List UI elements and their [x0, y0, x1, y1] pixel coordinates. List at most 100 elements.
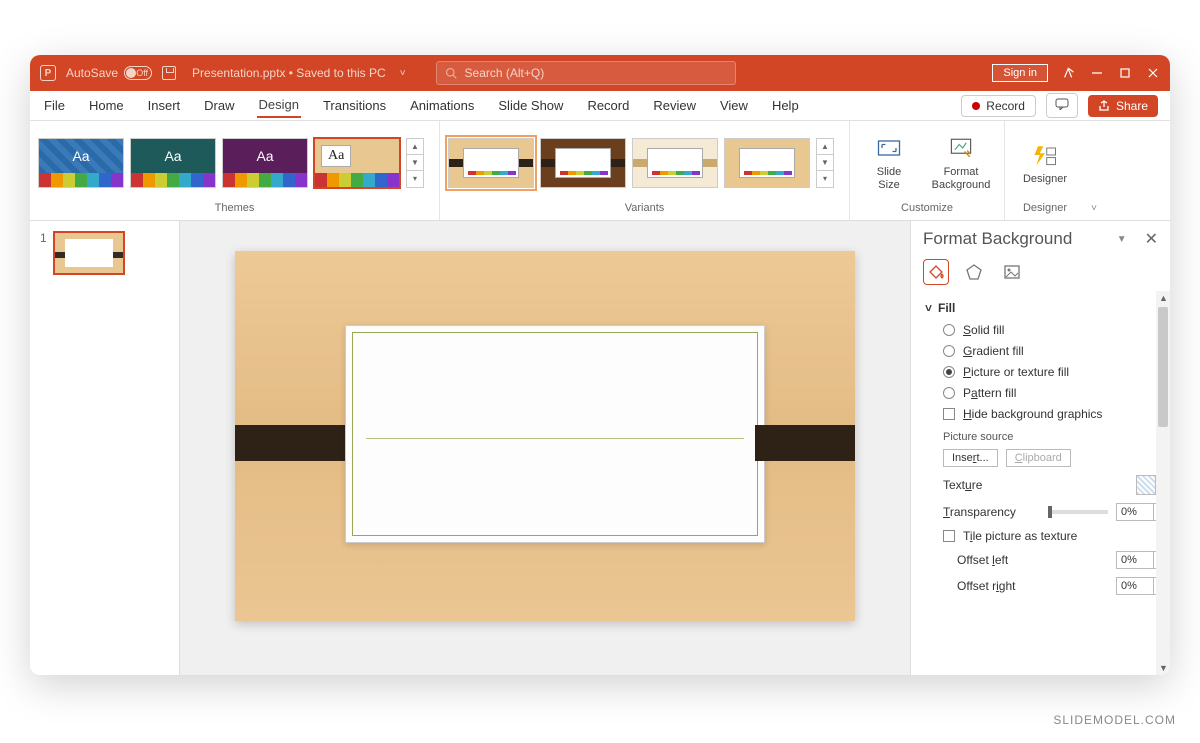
pane-scrollbar[interactable]: ▲ ▼: [1156, 291, 1170, 675]
menu-record[interactable]: Record: [585, 94, 631, 117]
scroll-down-icon[interactable]: ▼: [1159, 663, 1168, 673]
format-background-button[interactable]: Format Background: [926, 130, 996, 194]
close-button[interactable]: [1146, 66, 1160, 80]
picture-icon: [1003, 263, 1021, 281]
pentagon-icon: [965, 263, 983, 281]
theme-thumb-3[interactable]: Aa: [222, 138, 308, 188]
menu-file[interactable]: File: [42, 94, 67, 117]
maximize-button[interactable]: [1118, 66, 1132, 80]
designer-button[interactable]: Designer: [1013, 137, 1077, 189]
slide-canvas[interactable]: [180, 221, 910, 675]
slide-preview[interactable]: [235, 251, 855, 621]
sign-in-button[interactable]: Sign in: [992, 64, 1048, 82]
gallery-expand-icon[interactable]: ▾: [407, 171, 423, 186]
record-dot-icon: [972, 102, 980, 110]
variant-thumb-4[interactable]: [724, 138, 810, 188]
search-icon: [445, 67, 457, 79]
chevron-down-icon[interactable]: ˅: [400, 68, 406, 79]
menu-review[interactable]: Review: [651, 94, 698, 117]
powerpoint-icon: P: [40, 65, 56, 81]
fill-tab[interactable]: [923, 259, 949, 285]
menu-transitions[interactable]: Transitions: [321, 94, 388, 117]
variants-gallery-scroll[interactable]: ▲▼▾: [816, 138, 834, 188]
format-background-pane: Format Background ▼ ✕ ˅Fill Solid fill G…: [910, 221, 1170, 675]
scroll-up-icon[interactable]: ▲: [407, 139, 423, 155]
variants-group-label: Variants: [448, 200, 841, 216]
variant-thumb-1-selected[interactable]: [448, 138, 534, 188]
theme-thumb-4-selected[interactable]: Aa: [314, 138, 400, 188]
themes-group-label: Themes: [38, 200, 431, 216]
clipboard-button: Clipboard: [1006, 449, 1071, 467]
toggle-switch-icon[interactable]: Off: [124, 66, 152, 80]
scroll-up-icon[interactable]: ▲: [1159, 293, 1168, 303]
menu-help[interactable]: Help: [770, 94, 801, 117]
search-placeholder: Search (Alt+Q): [465, 66, 545, 80]
menu-view[interactable]: View: [718, 94, 750, 117]
scroll-down-icon[interactable]: ▼: [817, 155, 833, 171]
slide-title-placeholder[interactable]: [345, 325, 765, 543]
paint-bucket-icon: [927, 263, 945, 281]
titlebar: P AutoSave Off Presentation.pptx • Saved…: [30, 55, 1170, 91]
menubar: File Home Insert Draw Design Transitions…: [30, 91, 1170, 121]
slide-size-icon: [875, 134, 903, 162]
record-button[interactable]: Record: [961, 95, 1036, 117]
themes-gallery-scroll[interactable]: ▲▼▾: [406, 138, 424, 188]
gradient-fill-radio[interactable]: Gradient fill: [943, 344, 1166, 358]
slide-thumb-preview[interactable]: [53, 231, 125, 275]
scroll-up-icon[interactable]: ▲: [817, 139, 833, 155]
customize-group: Slide Size Format Background Customize: [850, 121, 1005, 220]
pane-close-button[interactable]: ✕: [1145, 229, 1158, 249]
theme-thumb-1[interactable]: Aa: [38, 138, 124, 188]
solid-fill-radio[interactable]: Solid fill: [943, 323, 1166, 337]
comments-button[interactable]: [1046, 93, 1078, 118]
autosave-label: AutoSave: [66, 66, 118, 80]
menu-insert[interactable]: Insert: [146, 94, 183, 117]
document-title[interactable]: Presentation.pptx • Saved to this PC: [192, 66, 386, 80]
transparency-label: Transparency: [943, 505, 1040, 519]
offset-right-label: Offset right: [943, 579, 1108, 593]
ribbon: Aa Aa Aa Aa ▲▼▾ Themes: [30, 121, 1170, 221]
scrollbar-thumb[interactable]: [1158, 307, 1168, 427]
format-background-icon: [947, 134, 975, 162]
menu-design[interactable]: Design: [257, 93, 301, 118]
scroll-down-icon[interactable]: ▼: [407, 155, 423, 171]
transparency-slider[interactable]: [1048, 510, 1108, 514]
designer-group: Designer Designer: [1005, 121, 1085, 220]
menu-home[interactable]: Home: [87, 94, 126, 117]
powerpoint-window: P AutoSave Off Presentation.pptx • Saved…: [30, 55, 1170, 675]
pattern-fill-radio[interactable]: Pattern fill: [943, 386, 1166, 400]
gallery-expand-icon[interactable]: ▾: [817, 171, 833, 186]
variant-thumb-2[interactable]: [540, 138, 626, 188]
theme-thumb-2[interactable]: Aa: [130, 138, 216, 188]
share-icon: [1098, 100, 1110, 112]
pane-options-icon[interactable]: ▼: [1117, 234, 1127, 245]
menu-draw[interactable]: Draw: [202, 94, 236, 117]
texture-label: Texture: [943, 478, 1128, 492]
tile-checkbox[interactable]: Tile picture as texture: [943, 529, 1077, 543]
menu-slideshow[interactable]: Slide Show: [496, 94, 565, 117]
designer-group-label: Designer: [1013, 200, 1077, 216]
effects-tab[interactable]: [961, 259, 987, 285]
fill-section-header[interactable]: ˅Fill: [925, 297, 1166, 319]
search-input[interactable]: Search (Alt+Q): [436, 61, 736, 85]
picture-fill-radio[interactable]: Picture or texture fill: [943, 365, 1166, 379]
texture-swatch-icon: [1137, 476, 1155, 494]
comment-icon: [1055, 98, 1069, 110]
hide-bg-checkbox[interactable]: Hide background graphics: [943, 407, 1166, 421]
insert-picture-button[interactable]: Insert...: [943, 449, 998, 467]
save-icon[interactable]: [162, 66, 176, 80]
ribbon-collapse-button[interactable]: ˅: [1085, 121, 1103, 220]
autosave-toggle[interactable]: AutoSave Off: [66, 66, 152, 80]
picture-tab[interactable]: [999, 259, 1025, 285]
share-button[interactable]: Share: [1088, 95, 1158, 117]
menu-animations[interactable]: Animations: [408, 94, 476, 117]
coming-soon-icon[interactable]: [1062, 66, 1076, 80]
slide-size-button[interactable]: Slide Size: [858, 130, 920, 194]
slide-thumb-1[interactable]: 1: [40, 231, 169, 275]
offset-left-label: Offset left: [943, 553, 1108, 567]
slide-thumbnails-panel: 1: [30, 221, 180, 675]
picture-source-label: Picture source: [925, 425, 1166, 445]
chevron-down-icon: ˅: [925, 301, 932, 315]
minimize-button[interactable]: [1090, 66, 1104, 80]
variant-thumb-3[interactable]: [632, 138, 718, 188]
